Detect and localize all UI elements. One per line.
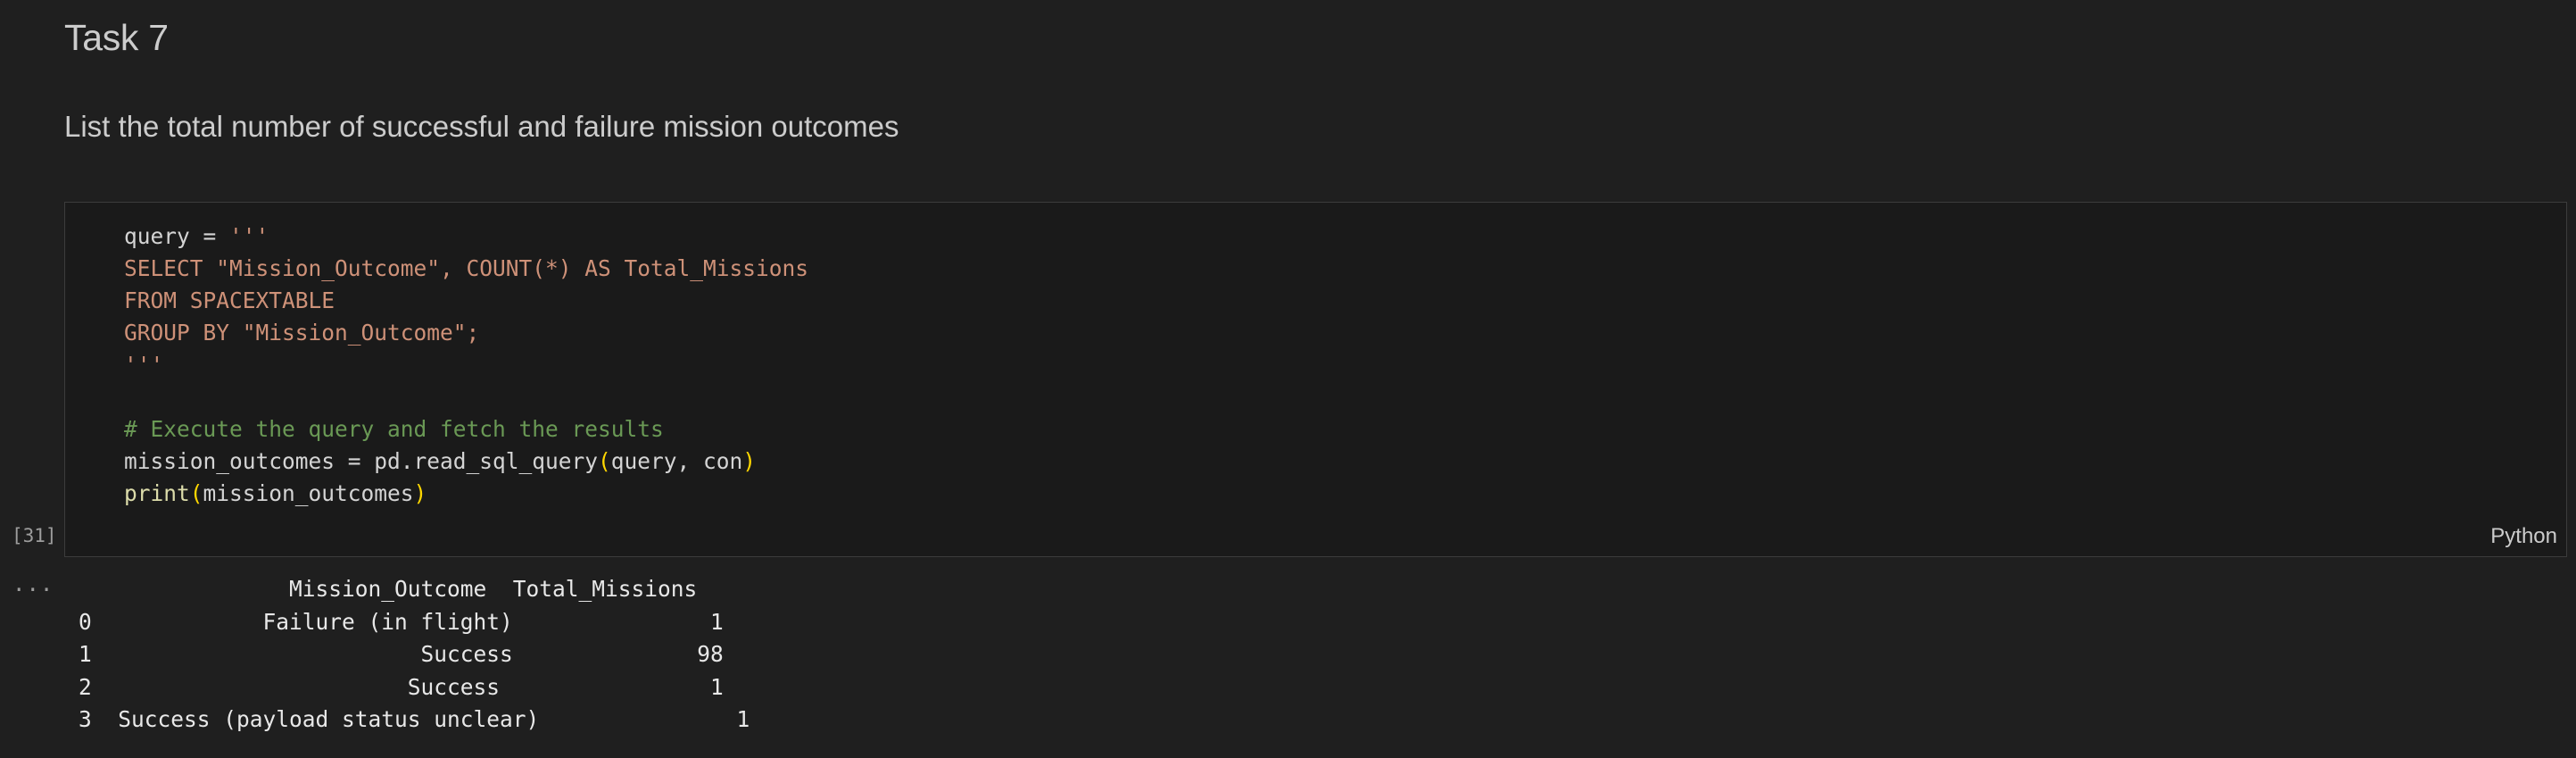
cell-output: Mission_Outcome Total_Missions 0 Failure … — [79, 573, 750, 737]
output-header-row: Mission_Outcome Total_Missions — [79, 576, 698, 602]
code-token: ( — [598, 448, 611, 474]
code-line: query = ''' — [124, 221, 808, 253]
code-line: SELECT "Mission_Outcome", COUNT(*) AS To… — [124, 253, 808, 285]
output-row: 0 Failure (in flight) 1 — [79, 608, 724, 635]
code-token: mission_outcomes — [203, 480, 414, 506]
code-line: GROUP BY "Mission_Outcome"; — [124, 317, 808, 349]
code-token: # Execute the query and fetch the result… — [124, 416, 664, 442]
task-heading: Task 7 — [64, 17, 169, 58]
output-row: 3 Success (payload status unclear) 1 — [79, 706, 750, 732]
code-token: ''' — [124, 352, 164, 378]
task-description: List the total number of successful and … — [64, 110, 899, 143]
code-line: # Execute the query and fetch the result… — [124, 413, 808, 446]
code-token: ) — [742, 448, 757, 474]
cell-language-label[interactable]: Python — [2490, 524, 2557, 549]
notebook-page: Task 7 List the total number of successf… — [0, 0, 2576, 758]
code-line: print(mission_outcomes) — [124, 478, 808, 510]
code-token: query, con — [610, 448, 743, 474]
code-token: FROM SPACEXTABLE — [124, 287, 335, 313]
code-cell[interactable]: query = ''' SELECT "Mission_Outcome", COU… — [64, 202, 2567, 557]
execution-count: [31] — [12, 525, 57, 546]
code-token: ) — [413, 480, 427, 506]
code-editor[interactable]: query = ''' SELECT "Mission_Outcome", COU… — [124, 221, 808, 510]
code-token: ''' — [229, 223, 269, 249]
code-line: mission_outcomes = pd.read_sql_query(que… — [124, 446, 808, 478]
code-line: FROM SPACEXTABLE — [124, 285, 808, 317]
code-token: SELECT "Mission_Outcome", COUNT(*) AS To… — [124, 255, 809, 281]
output-row: 2 Success 1 — [79, 673, 724, 700]
code-token: mission_outcomes = pd.read_sql_query — [124, 448, 599, 474]
code-token: ( — [189, 480, 203, 506]
code-token: GROUP BY "Mission_Outcome"; — [124, 320, 480, 346]
code-token: print — [124, 480, 190, 506]
output-row: 1 Success 98 — [79, 641, 724, 667]
code-token: query = — [124, 223, 230, 249]
code-line: ''' — [124, 349, 808, 381]
output-more-actions-icon[interactable]: ... — [12, 571, 54, 596]
